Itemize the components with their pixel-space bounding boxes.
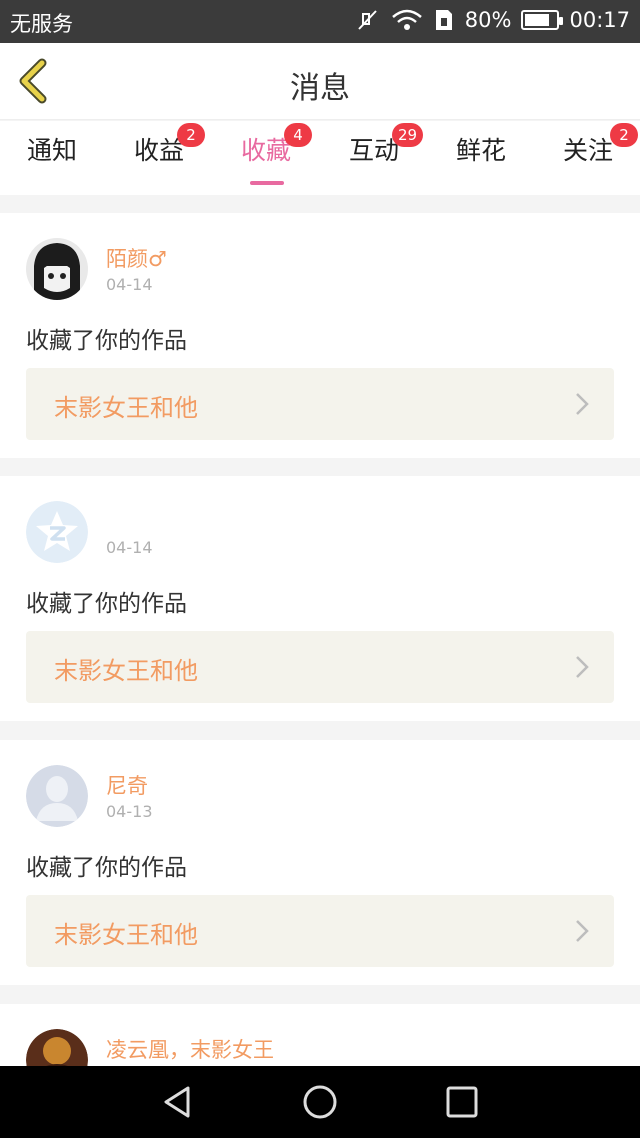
recents-square-icon[interactable] xyxy=(444,1084,480,1120)
default-person-avatar-icon xyxy=(26,765,88,827)
battery-percent: 80% xyxy=(464,8,512,32)
mute-icon xyxy=(358,10,377,30)
unread-badge: 29 xyxy=(392,123,424,147)
back-triangle-icon[interactable] xyxy=(160,1084,196,1120)
work-title: 末影女王和他 xyxy=(54,657,198,685)
tab-label: 通知 xyxy=(26,136,77,165)
message-date: 04-13 xyxy=(106,802,153,821)
message-card: 陌颜♂ 04-14 收藏了你的作品 末影女王和他 xyxy=(0,213,640,458)
avatar[interactable] xyxy=(26,1029,88,1066)
tab-follow[interactable]: 关注 2 xyxy=(538,123,638,191)
avatar[interactable] xyxy=(26,501,88,563)
clock: 00:17 xyxy=(569,8,630,32)
page-title: 消息 xyxy=(290,71,350,106)
tab-notice[interactable]: 通知 xyxy=(2,131,102,191)
action-text: 收藏了你的作品 xyxy=(26,591,187,617)
tab-earnings[interactable]: 收益 2 xyxy=(109,123,209,191)
status-icons: 80% 00:17 xyxy=(355,8,630,32)
app-bar: 消息 xyxy=(0,43,640,120)
wifi-icon xyxy=(391,9,422,30)
unread-badge: 2 xyxy=(177,123,205,147)
tab-favorites[interactable]: 收藏 4 xyxy=(216,123,316,191)
work-title: 末影女王和他 xyxy=(54,394,198,422)
avatar[interactable] xyxy=(26,238,88,300)
user-name[interactable]: 陌颜♂ xyxy=(106,243,167,273)
work-title: 末影女王和他 xyxy=(54,921,198,949)
home-circle-icon[interactable] xyxy=(302,1084,338,1120)
active-tab-indicator xyxy=(250,181,284,185)
chevron-right-icon xyxy=(576,393,589,415)
message-card: 04-14 收藏了你的作品 末影女王和他 xyxy=(0,476,640,721)
tab-bar: 通知 收益 2 收藏 4 互动 29 鲜花 关注 2 xyxy=(0,121,640,195)
chevron-right-icon xyxy=(576,656,589,678)
battery-icon xyxy=(521,10,564,30)
message-card: 尼奇 04-13 收藏了你的作品 末影女王和他 xyxy=(0,740,640,985)
photo-avatar-icon xyxy=(26,1029,88,1066)
avatar[interactable] xyxy=(26,765,88,827)
message-date: 04-14 xyxy=(106,275,153,294)
work-link[interactable]: 末影女王和他 xyxy=(26,631,614,703)
action-text: 收藏了你的作品 xyxy=(26,328,187,354)
status-bar: 无服务 80% 00:17 xyxy=(0,0,640,43)
system-navigation-bar xyxy=(0,1066,640,1138)
qq-star-avatar-icon xyxy=(26,501,88,563)
action-text: 收藏了你的作品 xyxy=(26,855,187,881)
carrier-text: 无服务 xyxy=(10,12,73,36)
tab-interaction[interactable]: 互动 29 xyxy=(324,123,424,191)
tab-flowers[interactable]: 鲜花 xyxy=(431,131,531,191)
sim-icon xyxy=(435,10,452,30)
user-name[interactable]: 凌云凰，末影女王 xyxy=(106,1034,274,1064)
message-card: 凌云凰，末影女王 xyxy=(0,1004,640,1066)
chevron-right-icon xyxy=(576,920,589,942)
work-link[interactable]: 末影女王和他 xyxy=(26,368,614,440)
unread-badge: 2 xyxy=(610,123,638,147)
tab-label: 关注 xyxy=(562,136,613,165)
message-date: 04-14 xyxy=(106,538,153,557)
user-name[interactable]: 尼奇 xyxy=(106,770,148,800)
work-link[interactable]: 末影女王和他 xyxy=(26,895,614,967)
unread-badge: 4 xyxy=(284,123,312,147)
tab-label: 鲜花 xyxy=(455,136,506,165)
anime-girl-avatar-icon xyxy=(26,238,88,300)
